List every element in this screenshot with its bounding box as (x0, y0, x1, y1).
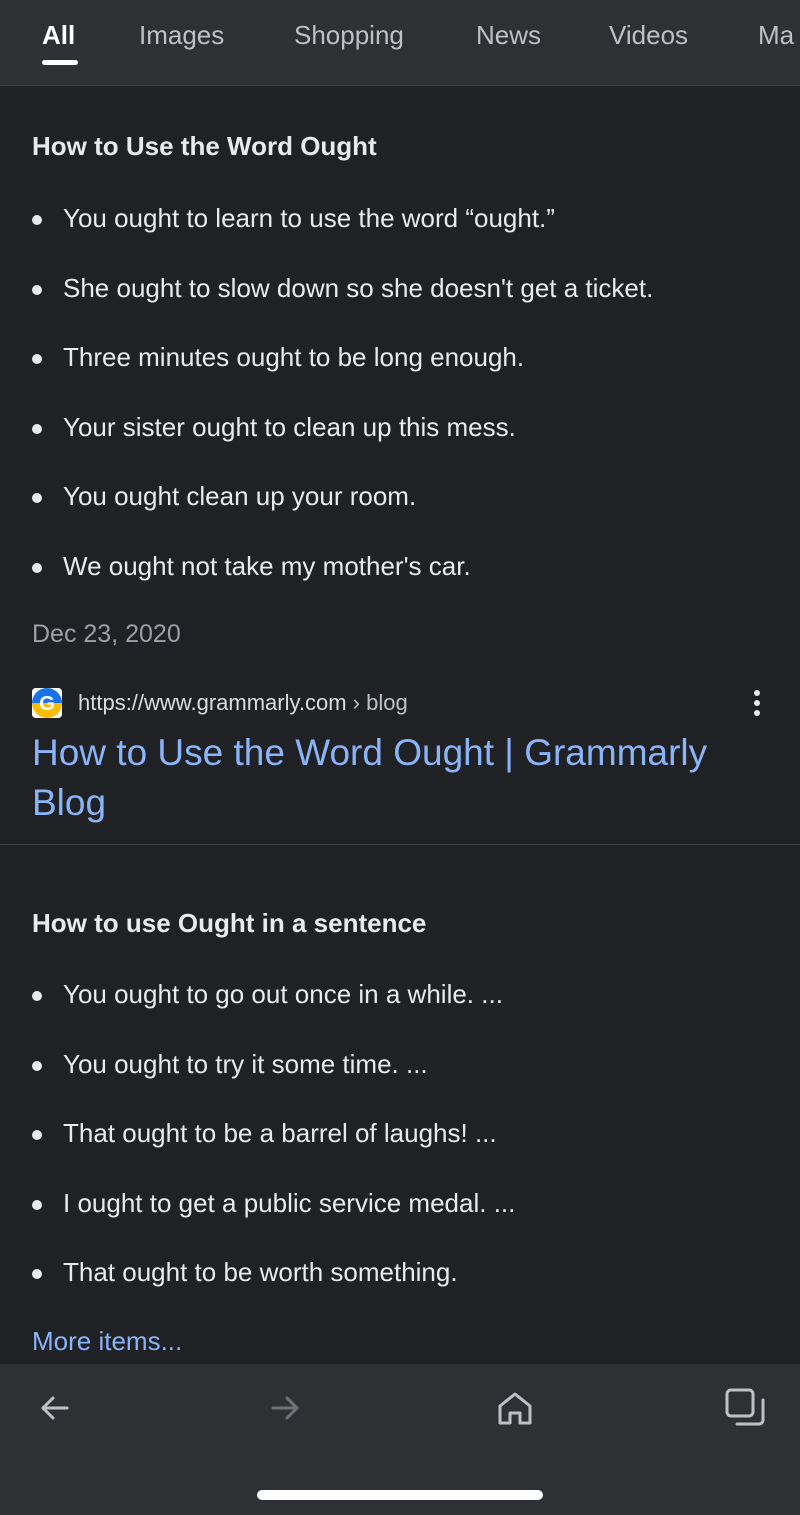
tab-images[interactable]: Images (139, 20, 224, 51)
tabs-icon[interactable] (723, 1386, 767, 1430)
list-item: We ought not take my mother's car. (32, 551, 653, 621)
home-indicator[interactable] (257, 1490, 543, 1500)
tab-shopping[interactable]: Shopping (294, 20, 404, 51)
svg-text:G: G (39, 693, 55, 715)
forward-arrow-icon[interactable] (263, 1386, 307, 1430)
list-item: You ought to try it some time. ... (32, 1049, 515, 1119)
home-icon[interactable] (493, 1386, 537, 1430)
list-item: You ought clean up your room. (32, 481, 653, 551)
tab-news[interactable]: News (476, 20, 541, 51)
browser-toolbar (0, 1364, 800, 1515)
snippet-list: You ought to learn to use the word “ough… (32, 203, 653, 621)
list-item: That ought to be a barrel of laughs! ... (32, 1118, 515, 1188)
active-tab-indicator (42, 60, 78, 65)
search-results: How to Use the Word Ought You ought to l… (0, 86, 800, 1364)
snippet-heading: How to use Ought in a sentence (32, 908, 427, 938)
list-item: Your sister ought to clean up this mess. (32, 412, 653, 482)
grammarly-g-icon: G (32, 688, 62, 718)
snippet-date: Dec 23, 2020 (32, 620, 181, 648)
snippet-heading: How to Use the Word Ought (32, 131, 377, 161)
result-source[interactable]: G https://www.grammarly.com › blog (32, 686, 772, 722)
snippet-list: You ought to go out once in a while. ...… (32, 979, 515, 1327)
list-item: Three minutes ought to be long enough. (32, 342, 653, 412)
tab-maps[interactable]: Ma (758, 20, 794, 51)
list-item: She ought to slow down so she doesn't ge… (32, 273, 653, 343)
more-options-icon[interactable] (750, 690, 764, 718)
more-items-link[interactable]: More items... (32, 1326, 182, 1357)
list-item: I ought to get a public service medal. .… (32, 1188, 515, 1258)
tab-videos[interactable]: Videos (609, 20, 688, 51)
tab-all[interactable]: All (42, 20, 75, 51)
result-title-link[interactable]: How to Use the Word Ought | Grammarly Bl… (32, 728, 772, 828)
list-item: You ought to learn to use the word “ough… (32, 203, 653, 273)
back-arrow-icon[interactable] (33, 1386, 77, 1430)
result-url: https://www.grammarly.com › blog (78, 690, 408, 715)
search-tabs: All Images Shopping News Videos Ma (0, 0, 800, 86)
result-divider (0, 844, 800, 845)
list-item: You ought to go out once in a while. ... (32, 979, 515, 1049)
list-item: That ought to be worth something. (32, 1257, 515, 1327)
